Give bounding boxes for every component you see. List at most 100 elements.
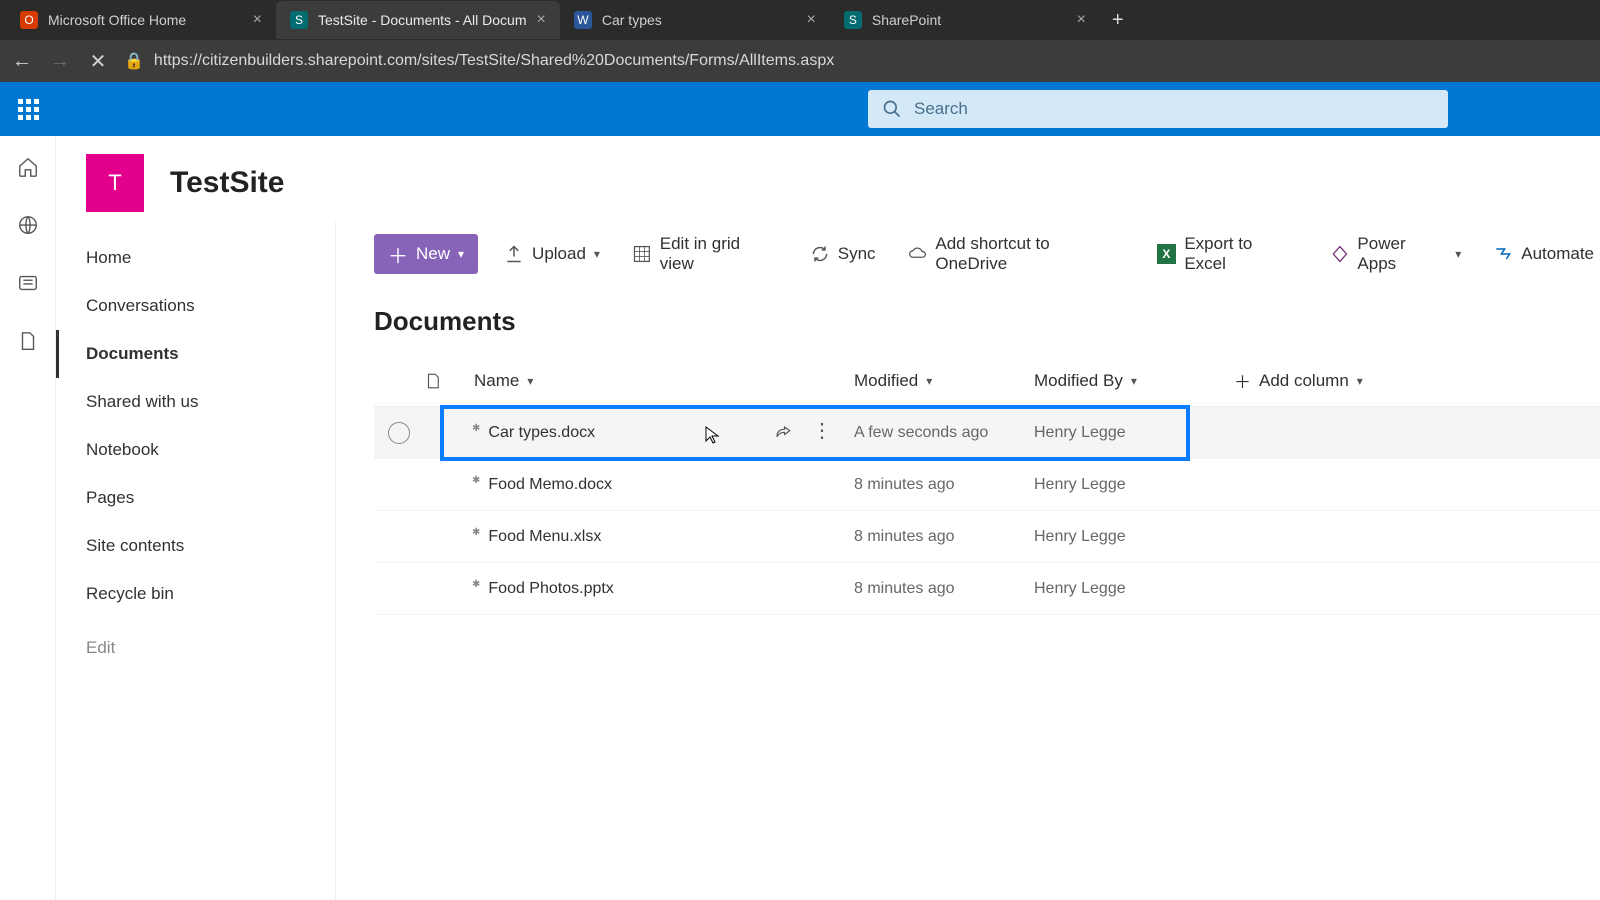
nav-shared[interactable]: Shared with us: [56, 378, 335, 426]
close-icon[interactable]: ×: [807, 11, 816, 29]
chevron-down-icon: ▾: [594, 247, 600, 261]
nav-edit[interactable]: Edit: [56, 624, 335, 672]
grid-view-button[interactable]: Edit in grid view: [626, 234, 784, 274]
column-modified-by[interactable]: Modified By ▾: [1034, 371, 1234, 391]
site-area: T TestSite Home Conversations Documents …: [56, 136, 1600, 900]
nav-pages[interactable]: Pages: [56, 474, 335, 522]
nav-documents[interactable]: Documents: [56, 330, 335, 378]
upload-button[interactable]: Upload ▾: [498, 244, 606, 264]
table-row[interactable]: Car types.docx A few seconds ago Henry L…: [374, 407, 1600, 459]
add-shortcut-button[interactable]: Add shortcut to OneDrive: [902, 234, 1131, 274]
forward-button[interactable]: →: [48, 50, 72, 73]
nav-site-contents[interactable]: Site contents: [56, 522, 335, 570]
home-icon[interactable]: [17, 156, 39, 178]
address-bar: ← → ✕ 🔒 https://citizenbuilders.sharepoi…: [0, 40, 1600, 82]
grid-icon: [632, 244, 652, 264]
column-modified[interactable]: Modified ▾: [854, 371, 1034, 391]
tab-title: TestSite - Documents - All Docum: [318, 12, 527, 28]
modified-value: 8 minutes ago: [854, 476, 1034, 494]
file-icon-loading: [474, 476, 482, 494]
news-icon[interactable]: [17, 272, 39, 294]
table-row[interactable]: Food Menu.xlsx 8 minutes ago Henry Legge: [374, 511, 1600, 563]
table-header: Name ▾ Modified ▾ Modified By ▾ ＋: [374, 355, 1600, 407]
export-excel-button[interactable]: X Export to Excel: [1151, 234, 1304, 274]
automate-icon: [1493, 244, 1513, 264]
plus-icon: ＋: [1234, 368, 1251, 393]
nav-home[interactable]: Home: [56, 234, 335, 282]
sharepoint-icon: S: [844, 11, 862, 29]
row-select[interactable]: [388, 422, 410, 444]
chevron-down-icon: ▾: [1357, 374, 1363, 388]
site-header: T TestSite: [56, 136, 1600, 222]
close-icon[interactable]: ×: [253, 11, 262, 29]
tab-title: Microsoft Office Home: [48, 12, 243, 28]
url-field[interactable]: 🔒 https://citizenbuilders.sharepoint.com…: [124, 51, 1590, 71]
browser-tab[interactable]: W Car types ×: [560, 1, 830, 39]
share-icon[interactable]: [774, 424, 792, 442]
automate-button[interactable]: Automate: [1487, 244, 1600, 264]
onedrive-icon: [908, 244, 928, 264]
app-launcher-icon[interactable]: [12, 93, 44, 125]
chevron-down-icon: ▾: [926, 374, 932, 388]
document-list: Name ▾ Modified ▾ Modified By ▾ ＋: [374, 355, 1600, 615]
close-icon[interactable]: ×: [1077, 11, 1086, 29]
upload-icon: [504, 244, 524, 264]
browser-tab[interactable]: S TestSite - Documents - All Docum ×: [276, 1, 560, 39]
browser-chrome: O Microsoft Office Home × S TestSite - D…: [0, 0, 1600, 82]
new-label: New: [416, 244, 450, 264]
file-icon-loading: [474, 580, 482, 598]
site-nav: Home Conversations Documents Shared with…: [56, 222, 336, 900]
file-type-column-icon[interactable]: [424, 371, 474, 391]
tab-title: Car types: [602, 12, 797, 28]
file-name[interactable]: Food Menu.xlsx: [474, 528, 854, 546]
browser-tab[interactable]: S SharePoint ×: [830, 1, 1100, 39]
modified-value: 8 minutes ago: [854, 528, 1034, 546]
sync-icon: [810, 244, 830, 264]
column-name[interactable]: Name ▾: [474, 371, 854, 391]
table-row[interactable]: Food Photos.pptx 8 minutes ago Henry Leg…: [374, 563, 1600, 615]
globe-icon[interactable]: [17, 214, 39, 236]
modified-value: 8 minutes ago: [854, 580, 1034, 598]
tab-title: SharePoint: [872, 12, 1067, 28]
search-input[interactable]: Search: [868, 90, 1448, 128]
file-name[interactable]: Food Memo.docx: [474, 476, 854, 494]
search-icon: [882, 99, 902, 119]
close-icon[interactable]: ×: [537, 11, 546, 29]
library-title: Documents: [374, 306, 1600, 337]
excel-icon: X: [1157, 244, 1177, 264]
stop-button[interactable]: ✕: [86, 49, 110, 74]
plus-icon: ＋: [388, 240, 408, 269]
chevron-down-icon: ▾: [1131, 374, 1137, 388]
left-rail: [0, 136, 56, 900]
command-bar: ＋ New ▾ Upload ▾ Edit in grid view: [374, 222, 1600, 286]
browser-tab[interactable]: O Microsoft Office Home ×: [6, 1, 276, 39]
new-button[interactable]: ＋ New ▾: [374, 234, 478, 274]
file-icon-loading: [474, 424, 482, 442]
more-icon[interactable]: ⋮: [812, 424, 832, 442]
nav-recycle-bin[interactable]: Recycle bin: [56, 570, 335, 618]
site-logo[interactable]: T: [86, 154, 144, 212]
modified-by-value: Henry Legge: [1034, 476, 1234, 494]
new-tab-button[interactable]: +: [1100, 9, 1136, 32]
files-icon[interactable]: [17, 330, 39, 352]
chevron-down-icon: ▾: [527, 374, 533, 388]
file-name[interactable]: Food Photos.pptx: [474, 580, 854, 598]
back-button[interactable]: ←: [10, 50, 34, 73]
modified-by-value: Henry Legge: [1034, 424, 1234, 442]
modified-by-value: Henry Legge: [1034, 528, 1234, 546]
power-apps-button[interactable]: Power Apps ▾: [1324, 234, 1468, 274]
office-icon: O: [20, 11, 38, 29]
powerapps-icon: [1330, 244, 1350, 264]
add-column-button[interactable]: ＋ Add column ▾: [1234, 368, 1494, 393]
file-icon-loading: [474, 528, 482, 546]
nav-conversations[interactable]: Conversations: [56, 282, 335, 330]
modified-by-value: Henry Legge: [1034, 580, 1234, 598]
sync-button[interactable]: Sync: [804, 244, 882, 264]
nav-notebook[interactable]: Notebook: [56, 426, 335, 474]
table-row[interactable]: Food Memo.docx 8 minutes ago Henry Legge: [374, 459, 1600, 511]
suite-header: Search: [0, 82, 1600, 136]
url-text: https://citizenbuilders.sharepoint.com/s…: [154, 52, 834, 70]
site-title: TestSite: [170, 166, 284, 200]
search-placeholder: Search: [914, 99, 968, 119]
sharepoint-icon: S: [290, 11, 308, 29]
